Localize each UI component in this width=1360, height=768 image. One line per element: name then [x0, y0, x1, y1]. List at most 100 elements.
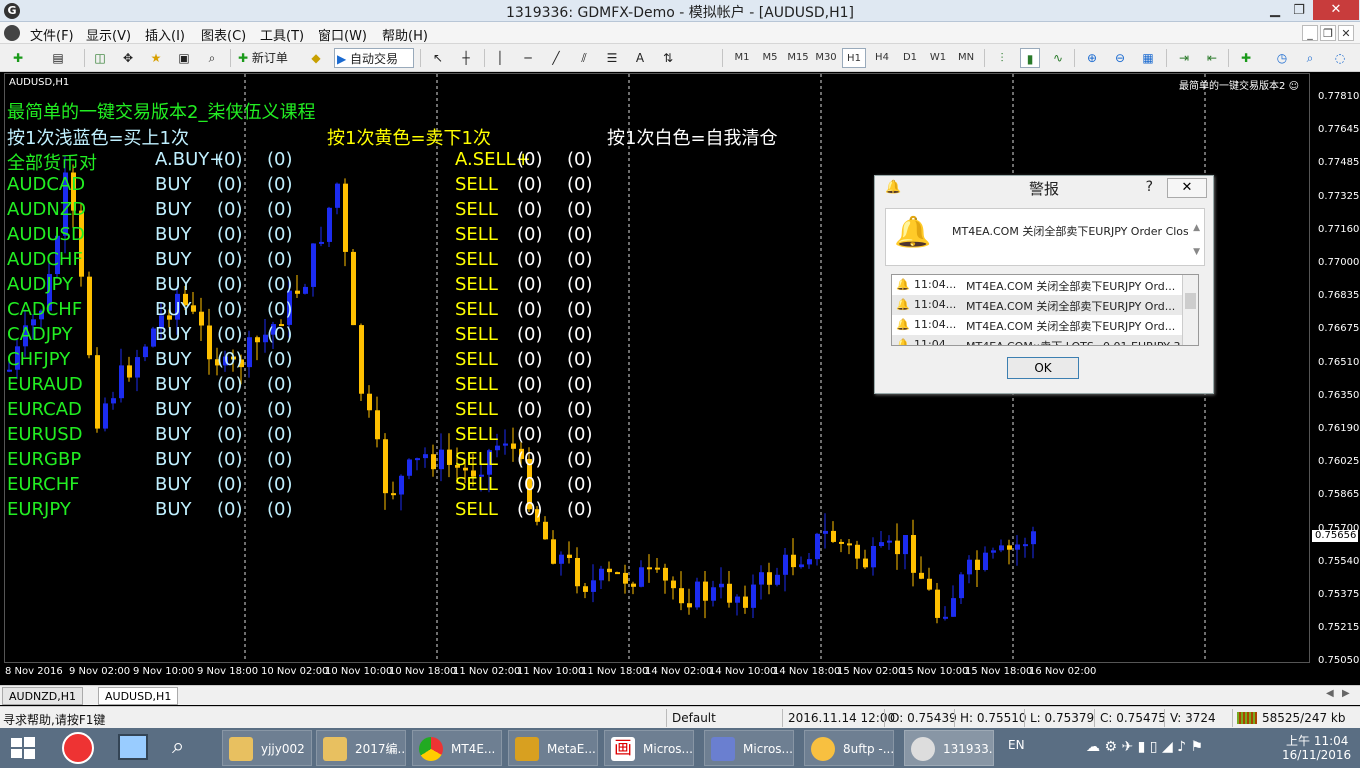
- search-icon[interactable]: ⌕: [172, 734, 200, 762]
- buy-button-audchf[interactable]: BUY: [155, 249, 192, 270]
- task-yjjy002[interactable]: yjjy002: [222, 730, 312, 766]
- close-button[interactable]: ✕: [1313, 0, 1359, 20]
- menu-view[interactable]: 显示(V): [86, 25, 131, 44]
- buy-button-cadchf[interactable]: BUY: [155, 299, 192, 320]
- buy-button-eurusd[interactable]: BUY: [155, 424, 192, 445]
- autoscroll-icon[interactable]: ⇥: [1174, 48, 1194, 68]
- alert-list[interactable]: 🔔 11:04... MT4EA.COM 关闭全部卖下EURJPY Ord...…: [891, 274, 1199, 346]
- sell-button-eurusd[interactable]: SELL: [455, 424, 498, 445]
- help-button[interactable]: ?: [1146, 179, 1153, 195]
- task-microsoft[interactable]: Micros...: [704, 730, 794, 766]
- timeframe-m30[interactable]: M30: [814, 48, 838, 68]
- scrollbar-thumb[interactable]: [1185, 293, 1196, 309]
- menu-insert[interactable]: 插入(I): [145, 25, 185, 44]
- task-mt4[interactable]: 131933...: [904, 730, 994, 766]
- fibonacci-icon[interactable]: ☰: [602, 48, 622, 68]
- tray-icons[interactable]: ☁ ⚙ ✈ ▮ ▯ ◢ ♪ ⚑: [1086, 739, 1203, 755]
- all-buy-button[interactable]: A.BUY+: [155, 149, 224, 170]
- buy-button-euraud[interactable]: BUY: [155, 374, 192, 395]
- sell-button-audusd[interactable]: SELL: [455, 224, 498, 245]
- mdi-minimize-button[interactable]: _: [1302, 25, 1318, 41]
- buy-button-eurcad[interactable]: BUY: [155, 399, 192, 420]
- profiles-icon[interactable]: ▤: [48, 48, 68, 68]
- horizontal-line-icon[interactable]: ─: [518, 48, 538, 68]
- favorites-icon[interactable]: ★: [146, 48, 166, 68]
- timeframe-mn[interactable]: MN: [954, 48, 978, 68]
- start-button[interactable]: [10, 736, 36, 760]
- menu-charts[interactable]: 图表(C): [201, 25, 246, 44]
- buy-button-audusd[interactable]: BUY: [155, 224, 192, 245]
- sell-button-eurchf[interactable]: SELL: [455, 474, 498, 495]
- buy-button-eurgbp[interactable]: BUY: [155, 449, 192, 470]
- sell-button-audjpy[interactable]: SELL: [455, 274, 498, 295]
- tab-audnzd[interactable]: AUDNZD,H1: [2, 687, 84, 705]
- arrows-icon[interactable]: ⇅: [658, 48, 678, 68]
- chart-shift-icon[interactable]: ⇤: [1202, 48, 1222, 68]
- chat-icon[interactable]: ◌: [1330, 48, 1350, 68]
- sell-button-eurjpy[interactable]: SELL: [455, 499, 498, 520]
- tab-audusd[interactable]: AUDUSD,H1: [98, 687, 179, 705]
- list-item[interactable]: 🔔 11:04... MT4EA.COM 关闭全部卖下EURJPY Ord...: [892, 275, 1182, 295]
- timeframe-m15[interactable]: M15: [786, 48, 810, 68]
- buy-button-audnzd[interactable]: BUY: [155, 199, 192, 220]
- indicators-icon[interactable]: ✚: [1236, 48, 1256, 68]
- list-item[interactable]: 🔔 11:04... MT4EA.COM 关闭全部卖下EURJPY Ord...: [892, 315, 1182, 335]
- scroll-down-icon[interactable]: ▼: [1193, 247, 1200, 257]
- zoom-out-icon[interactable]: ⊖: [1110, 48, 1130, 68]
- sell-button-chfjpy[interactable]: SELL: [455, 349, 498, 370]
- list-scrollbar[interactable]: [1182, 275, 1198, 345]
- sell-button-audnzd[interactable]: SELL: [455, 199, 498, 220]
- list-item[interactable]: 🔔 11:04... MT4EA.COM::卖下 LOTS=0.01 EURJP…: [892, 335, 1191, 345]
- bar-chart-icon[interactable]: ⫶: [992, 48, 1012, 68]
- clock-date[interactable]: 16/11/2016: [1282, 748, 1351, 762]
- metaeditor-icon[interactable]: ◆: [306, 48, 326, 68]
- auto-trading-button[interactable]: ▶ 自动交易: [334, 48, 414, 68]
- buy-button-audcad[interactable]: BUY: [155, 174, 192, 195]
- sell-button-eurgbp[interactable]: SELL: [455, 449, 498, 470]
- search-icon[interactable]: ⌕: [1300, 48, 1320, 68]
- buy-button-cadjpy[interactable]: BUY: [155, 324, 192, 345]
- sell-button-cadjpy[interactable]: SELL: [455, 324, 498, 345]
- dialog-close-button[interactable]: ✕: [1167, 178, 1207, 198]
- zoom-in-icon[interactable]: ⊕: [1082, 48, 1102, 68]
- trendline-icon[interactable]: ╱: [546, 48, 566, 68]
- sell-button-cadchf[interactable]: SELL: [455, 299, 498, 320]
- buy-button-chfjpy[interactable]: BUY: [155, 349, 192, 370]
- sell-button-eurcad[interactable]: SELL: [455, 399, 498, 420]
- navigator-icon[interactable]: ✥: [118, 48, 138, 68]
- vertical-line-icon[interactable]: │: [490, 48, 510, 68]
- app-menu-icon[interactable]: [4, 25, 20, 41]
- list-item[interactable]: 🔔 11:04... MT4EA.COM 关闭全部卖下EURJPY Ord...: [892, 295, 1182, 315]
- task-metaeditor[interactable]: MetaE...: [508, 730, 598, 766]
- task-8uftp[interactable]: 8uftp -...: [804, 730, 894, 766]
- new-order-button[interactable]: ✚ 新订单: [236, 48, 302, 68]
- channel-icon[interactable]: ⫽: [574, 48, 594, 68]
- menu-window[interactable]: 窗口(W): [318, 25, 367, 44]
- timeframe-m1[interactable]: M1: [730, 48, 754, 68]
- restore-button[interactable]: ❐: [1284, 1, 1314, 20]
- mdi-close-button[interactable]: ✕: [1338, 25, 1354, 41]
- text-icon[interactable]: A: [630, 48, 650, 68]
- line-chart-icon[interactable]: ∿: [1048, 48, 1068, 68]
- task-paint[interactable]: 画 Micros...: [604, 730, 694, 766]
- periods-icon[interactable]: ◷: [1272, 48, 1292, 68]
- timeframe-h4[interactable]: H4: [870, 48, 894, 68]
- task-chrome[interactable]: MT4E...: [412, 730, 502, 766]
- buy-button-audjpy[interactable]: BUY: [155, 274, 192, 295]
- power-icon[interactable]: [62, 732, 94, 764]
- tab-left-icon[interactable]: ◀: [1326, 688, 1334, 699]
- strategy-tester-icon[interactable]: ⌕: [202, 48, 222, 68]
- buy-button-eurchf[interactable]: BUY: [155, 474, 192, 495]
- menu-tools[interactable]: 工具(T): [260, 25, 304, 44]
- language-indicator[interactable]: EN: [1008, 738, 1025, 752]
- crosshair-icon[interactable]: ┼: [456, 48, 476, 68]
- terminal-icon[interactable]: ▣: [174, 48, 194, 68]
- timeframe-h1[interactable]: H1: [842, 48, 866, 68]
- new-chart-icon[interactable]: ✚: [8, 48, 28, 68]
- market-watch-icon[interactable]: ◫: [90, 48, 110, 68]
- timeframe-m5[interactable]: M5: [758, 48, 782, 68]
- candlestick-icon[interactable]: ▮: [1020, 48, 1040, 68]
- clock-time[interactable]: 上午 11:04: [1286, 732, 1348, 749]
- tile-windows-icon[interactable]: ▦: [1138, 48, 1158, 68]
- computer-icon[interactable]: [118, 734, 148, 760]
